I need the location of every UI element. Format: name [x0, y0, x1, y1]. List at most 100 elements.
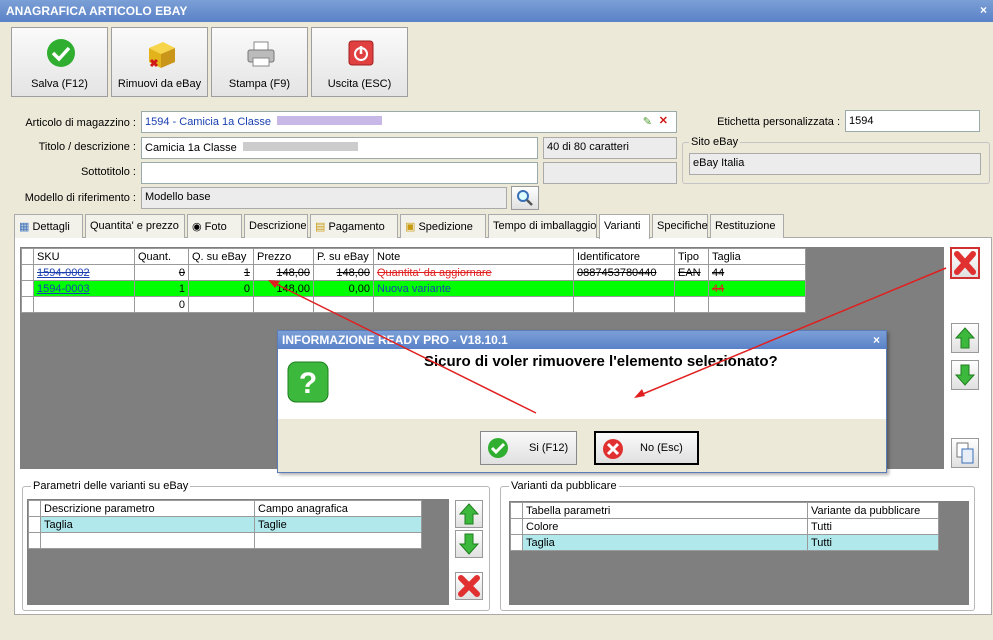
copy-button[interactable] — [951, 438, 979, 468]
table-cell[interactable]: 0 — [134, 264, 189, 281]
params-delete-button[interactable] — [455, 572, 483, 600]
move-down-button[interactable] — [951, 360, 979, 390]
table-row[interactable]: 1594-0003 1 0 148,00 0,00 Nuova variante… — [21, 280, 806, 297]
table-row[interactable]: Taglia Taglie — [28, 516, 422, 533]
table-cell[interactable]: Taglia — [40, 516, 255, 533]
params-table: Descrizione parametro Campo anagrafica Ta… — [28, 500, 422, 549]
table-cell[interactable]: 1 — [134, 280, 189, 297]
etichetta-field[interactable]: 1594 — [845, 110, 980, 132]
table-cell[interactable]: 148,00 — [313, 264, 374, 281]
save-button[interactable]: Salva (F12) — [11, 27, 108, 97]
table-cell[interactable]: 0 — [134, 296, 189, 313]
column-header[interactable]: Descrizione parametro — [40, 500, 255, 517]
column-header[interactable]: Quant. — [134, 248, 189, 265]
table-cell[interactable] — [674, 296, 709, 313]
table-cell[interactable]: Tutti — [807, 518, 939, 535]
table-cell[interactable]: Colore — [522, 518, 808, 535]
table-cell[interactable]: EAN — [674, 264, 709, 281]
save-label: Salva (F12) — [31, 78, 88, 90]
tab-pagamento[interactable]: ▤ Pagamento — [310, 214, 398, 238]
dialog-close-button[interactable]: × — [873, 333, 880, 347]
table-cell[interactable] — [188, 296, 254, 313]
remove-from-ebay-button[interactable]: Rimuovi da eBay — [111, 27, 208, 97]
titolo-field[interactable]: Camicia 1a Classe — [141, 137, 538, 159]
table-cell[interactable]: 0,00 — [313, 280, 374, 297]
no-label: No (Esc) — [640, 442, 683, 454]
table-cell[interactable] — [254, 532, 422, 549]
sku-cell[interactable]: 1594-0003 — [33, 280, 135, 297]
tab-tempo-imballaggio[interactable]: Tempo di imballaggio — [488, 214, 597, 238]
table-cell[interactable] — [40, 532, 255, 549]
table-row[interactable]: Taglia Tutti — [510, 534, 939, 551]
column-header[interactable]: Campo anagrafica — [254, 500, 422, 517]
table-cell[interactable]: 44 — [708, 264, 806, 281]
tab-dettagli[interactable]: ▦ Dettagli — [14, 214, 83, 238]
column-header[interactable]: Taglia — [708, 248, 806, 265]
table-row[interactable]: 0 — [21, 296, 806, 313]
note-cell[interactable]: Nuova variante — [373, 280, 574, 297]
row-indicator — [510, 518, 523, 535]
column-header[interactable]: Note — [373, 248, 574, 265]
table-cell[interactable] — [674, 280, 709, 297]
table-row[interactable]: Colore Tutti — [510, 518, 939, 535]
table-row[interactable] — [28, 532, 422, 549]
delete-variant-button[interactable] — [950, 247, 980, 279]
column-header[interactable]: Prezzo — [253, 248, 314, 265]
tab-descrizione[interactable]: Descrizione — [244, 214, 308, 238]
tab-foto[interactable]: ◉ Foto — [187, 214, 242, 238]
column-header[interactable]: SKU — [33, 248, 135, 265]
table-cell[interactable] — [708, 296, 806, 313]
exit-button[interactable]: Uscita (ESC) — [311, 27, 408, 97]
note-cell[interactable]: Quantita' da aggiornare — [373, 264, 574, 281]
column-header[interactable]: Q. su eBay — [188, 248, 254, 265]
table-cell[interactable]: Taglie — [254, 516, 422, 533]
tab-restituzione[interactable]: Restituzione — [710, 214, 784, 238]
table-cell[interactable]: 0 — [188, 280, 254, 297]
sku-cell[interactable]: 1594-0002 — [33, 264, 135, 281]
table-cell[interactable]: 44 — [708, 280, 806, 297]
column-header[interactable]: Variante da pubblicare — [807, 502, 939, 519]
titolo-value: Camicia 1a Classe — [145, 142, 237, 154]
tab-varianti[interactable]: Varianti — [599, 214, 650, 239]
sottotitolo-field[interactable] — [141, 162, 538, 184]
search-button[interactable] — [511, 186, 539, 210]
no-button[interactable]: No (Esc) — [594, 431, 699, 465]
table-cell[interactable]: 0887453780440 — [573, 264, 675, 281]
table-cell[interactable]: Tutti — [807, 534, 939, 551]
sito-ebay-field: eBay Italia — [689, 153, 981, 175]
row-indicator-header — [510, 502, 523, 519]
sito-ebay-group: Sito eBay eBay Italia — [682, 136, 990, 184]
print-button[interactable]: Stampa (F9) — [211, 27, 308, 97]
column-header[interactable]: P. su eBay — [313, 248, 374, 265]
window-close-button[interactable]: × — [980, 3, 987, 17]
table-cell[interactable] — [573, 280, 675, 297]
column-header[interactable]: Tipo — [674, 248, 709, 265]
yes-button[interactable]: Si (F12) — [480, 431, 577, 465]
edit-pencil-icon[interactable]: ✎ — [643, 115, 652, 128]
tab-quantita-prezzo[interactable]: Quantita' e prezzo — [85, 214, 185, 238]
table-row[interactable]: 1594-0002 0 1 148,00 148,00 Quantita' da… — [21, 264, 806, 281]
table-cell[interactable] — [253, 296, 314, 313]
params-down-button[interactable] — [455, 530, 483, 558]
params-up-button[interactable] — [455, 500, 483, 528]
clear-x-icon[interactable]: ✕ — [659, 114, 668, 127]
shipping-box-icon: ▣ — [405, 221, 416, 233]
etichetta-label: Etichetta personalizzata : — [717, 116, 840, 128]
table-cell[interactable]: 148,00 — [253, 280, 314, 297]
articolo-field[interactable]: 1594 - Camicia 1a Classe ✎ ✕ — [141, 111, 677, 133]
tab-specifiche[interactable]: Specifiche — [652, 214, 708, 238]
sku-cell[interactable] — [33, 296, 135, 313]
exit-label: Uscita (ESC) — [327, 78, 392, 90]
table-cell[interactable] — [373, 296, 574, 313]
table-cell[interactable]: Taglia — [522, 534, 808, 551]
table-cell[interactable] — [313, 296, 374, 313]
column-header[interactable]: Tabella parametri — [522, 502, 808, 519]
check-icon — [47, 39, 75, 67]
move-up-button[interactable] — [951, 323, 979, 353]
column-header[interactable]: Identificatore — [573, 248, 675, 265]
table-cell[interactable]: 1 — [188, 264, 254, 281]
window-title: ANAGRAFICA ARTICOLO EBAY — [6, 4, 188, 18]
tab-spedizione[interactable]: ▣ Spedizione — [400, 214, 486, 238]
table-cell[interactable] — [573, 296, 675, 313]
table-cell[interactable]: 148,00 — [253, 264, 314, 281]
